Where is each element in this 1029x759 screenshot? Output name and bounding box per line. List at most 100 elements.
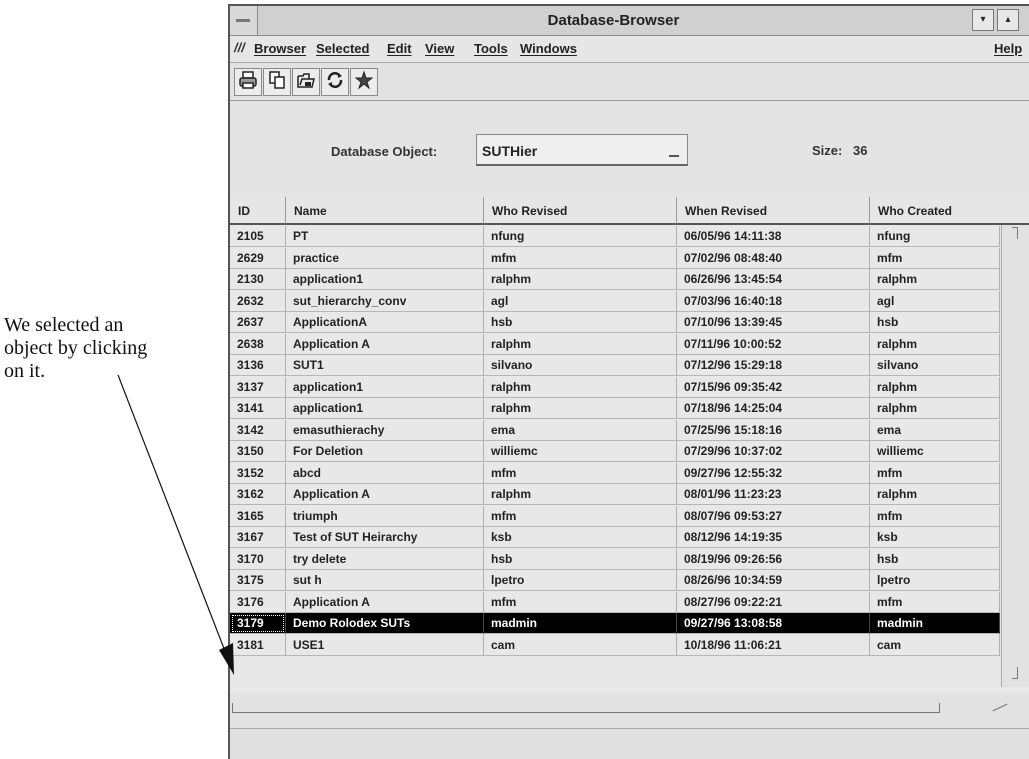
menu-windows[interactable]: Windows <box>520 41 577 56</box>
open-folder-button[interactable] <box>292 68 320 96</box>
cell-who-revised: ralphm <box>484 333 677 355</box>
cell-name: USE1 <box>286 634 484 656</box>
cell-name: application1 <box>286 398 484 419</box>
cell-id: 3181 <box>230 634 286 656</box>
menu-edit[interactable]: Edit <box>387 41 412 56</box>
column-header-label: Who Revised <box>492 204 568 218</box>
table-row[interactable]: 3136 SUT1 silvano 07/12/96 15:29:18 silvano <box>230 355 1000 376</box>
cell-id: 3176 <box>230 591 286 613</box>
menu-tools[interactable]: Tools <box>474 41 508 56</box>
table-row[interactable]: 3150 For Deletion williemc 07/29/96 10:37:0… <box>230 441 1000 462</box>
star-button[interactable] <box>350 68 378 96</box>
copy-button[interactable] <box>263 68 291 96</box>
size-label: Size: <box>812 143 843 158</box>
column-header-when-revised[interactable]: When Revised <box>677 197 870 225</box>
table-row[interactable]: 3165 triumph mfm 08/07/96 09:53:27 mfm <box>230 505 1000 527</box>
cell-who-revised: madmin <box>484 613 677 634</box>
table-row[interactable]: 3142 emasuthierachy ema 07/25/96 15:18:16 em… <box>230 419 1000 441</box>
table-row[interactable]: 3152 abcd mfm 09/27/96 12:55:32 mfm <box>230 462 1000 484</box>
cell-when-revised: 07/10/96 13:39:45 <box>677 312 870 333</box>
cell-name: PT <box>286 226 484 247</box>
table-row[interactable]: 3176 Application Amfm 08/27/96 09:22:21 mfm <box>230 591 1000 613</box>
table-row[interactable]: 3137 application1 ralphm 07/15/96 09:35:42 r… <box>230 376 1000 398</box>
column-header-name[interactable]: Name <box>286 197 484 225</box>
cell-who-created: silvano <box>870 355 1000 376</box>
database-object-dropdown[interactable]: SUTHier <box>476 134 688 166</box>
cell-id: 2638 <box>230 333 286 355</box>
menu-mark-icon: /// <box>234 40 245 55</box>
horizontal-scrollbar[interactable] <box>230 693 1029 719</box>
dropdown-arrow-icon <box>669 143 679 157</box>
cell-who-revised: ralphm <box>484 484 677 505</box>
table-row[interactable]: 2130 application1 ralphm 06/26/96 13:45:54 r… <box>230 269 1000 290</box>
cell-who-created: hsb <box>870 548 1000 570</box>
cell-id: 3179 <box>230 613 286 634</box>
table-row[interactable]: 3170 try delete hsb 08/19/96 09:26:56 hsb <box>230 548 1000 570</box>
object-selector-row: Database Object: SUTHier Size: 36 <box>230 102 1029 206</box>
column-header-who-revised[interactable]: Who Revised <box>484 197 677 225</box>
refresh-button[interactable] <box>321 68 349 96</box>
cell-id: 2130 <box>230 269 286 290</box>
cell-id: 3137 <box>230 376 286 398</box>
cell-who-created: nfung <box>870 226 1000 247</box>
table-row[interactable]: 2629 practice mfm 07/02/96 08:48:40 mfm <box>230 247 1000 269</box>
menu-selected[interactable]: Selected <box>316 41 369 56</box>
menu-bar: /// Browser Selected Edit View Tools Win… <box>230 36 1029 63</box>
column-header-label: Who Created <box>878 204 953 218</box>
cell-id: 3136 <box>230 355 286 376</box>
table-row[interactable]: 3175 sut h lpetro 08/26/96 10:34:59 lpetro <box>230 570 1000 591</box>
cell-who-created: williemc <box>870 441 1000 462</box>
table-row-selected[interactable]: 3179 Demo Rolodex SUTs madmin 09/27/96 13:0… <box>230 613 1000 634</box>
vertical-scrollbar[interactable] <box>1001 225 1029 687</box>
database-object-value: SUTHier <box>482 143 538 159</box>
cell-when-revised: 07/15/96 09:35:42 <box>677 376 870 398</box>
cell-id: 3142 <box>230 419 286 441</box>
cell-who-created: mfm <box>870 505 1000 527</box>
table-row[interactable]: 3167 Test of SUT Heirarchy ksb 08/12/96 14:… <box>230 527 1000 548</box>
resize-grip-icon[interactable] <box>990 697 1016 713</box>
horizontal-scroll-track[interactable] <box>232 703 940 713</box>
menu-help[interactable]: Help <box>994 41 1022 56</box>
table-row[interactable]: 2105 PT nfung 06/05/96 14:11:38 nfung <box>230 226 1000 247</box>
annotation-line: We selected an <box>4 314 124 336</box>
menu-view[interactable]: View <box>425 41 454 56</box>
cell-when-revised: 07/12/96 15:29:18 <box>677 355 870 376</box>
cell-id: 3175 <box>230 570 286 591</box>
column-header-who-created[interactable]: Who Created <box>870 197 1029 225</box>
minimize-button[interactable]: ▾ <box>972 9 994 31</box>
database-object-label: Database Object: <box>331 144 438 159</box>
table-row[interactable]: 3181 USE1 cam 10/18/96 11:06:21 cam <box>230 634 1000 656</box>
cell-who-revised: ralphm <box>484 269 677 290</box>
cell-name: Application A <box>286 591 484 613</box>
cell-when-revised: 08/19/96 09:26:56 <box>677 548 870 570</box>
print-button[interactable] <box>234 68 262 96</box>
cell-who-created: hsb <box>870 312 1000 333</box>
scroll-down-icon[interactable] <box>1012 667 1018 679</box>
table-row[interactable]: 3141 application1 ralphm 07/18/96 14:25:04 r… <box>230 398 1000 419</box>
cell-when-revised: 07/03/96 16:40:18 <box>677 290 870 312</box>
table-row[interactable]: 2637 ApplicationA hsb 07/10/96 13:39:45 hsb <box>230 312 1000 333</box>
table-row[interactable]: 2638 Application Aralphm 07/11/96 10:00:52… <box>230 333 1000 355</box>
cell-id: 3162 <box>230 484 286 505</box>
system-menu-button[interactable] <box>230 6 258 35</box>
cell-who-revised: ralphm <box>484 376 677 398</box>
cell-who-revised: ksb <box>484 527 677 548</box>
cell-who-revised: cam <box>484 634 677 656</box>
cell-who-created: ralphm <box>870 484 1000 505</box>
title-bar[interactable]: Database-Browser ▾ ▴ <box>230 6 1029 36</box>
cell-id: 3165 <box>230 505 286 527</box>
maximize-button[interactable]: ▴ <box>997 9 1019 31</box>
scroll-up-icon[interactable] <box>1012 227 1018 239</box>
table-row[interactable]: 3162 Application Aralphm 08/01/96 11:23:23… <box>230 484 1000 505</box>
cell-when-revised: 08/26/96 10:34:59 <box>677 570 870 591</box>
cell-who-revised: hsb <box>484 548 677 570</box>
table-row[interactable]: 2632 sut_hierarchy_conv agl 07/03/96 16:40:… <box>230 290 1000 312</box>
cell-when-revised: 06/05/96 14:11:38 <box>677 226 870 247</box>
cell-when-revised: 06/26/96 13:45:54 <box>677 269 870 290</box>
cell-id: 3141 <box>230 398 286 419</box>
menu-browser[interactable]: Browser <box>254 41 306 56</box>
cell-who-revised: mfm <box>484 247 677 269</box>
column-header-id[interactable]: ID <box>230 197 286 225</box>
cell-when-revised: 08/07/96 09:53:27 <box>677 505 870 527</box>
cell-who-created: ksb <box>870 527 1000 548</box>
